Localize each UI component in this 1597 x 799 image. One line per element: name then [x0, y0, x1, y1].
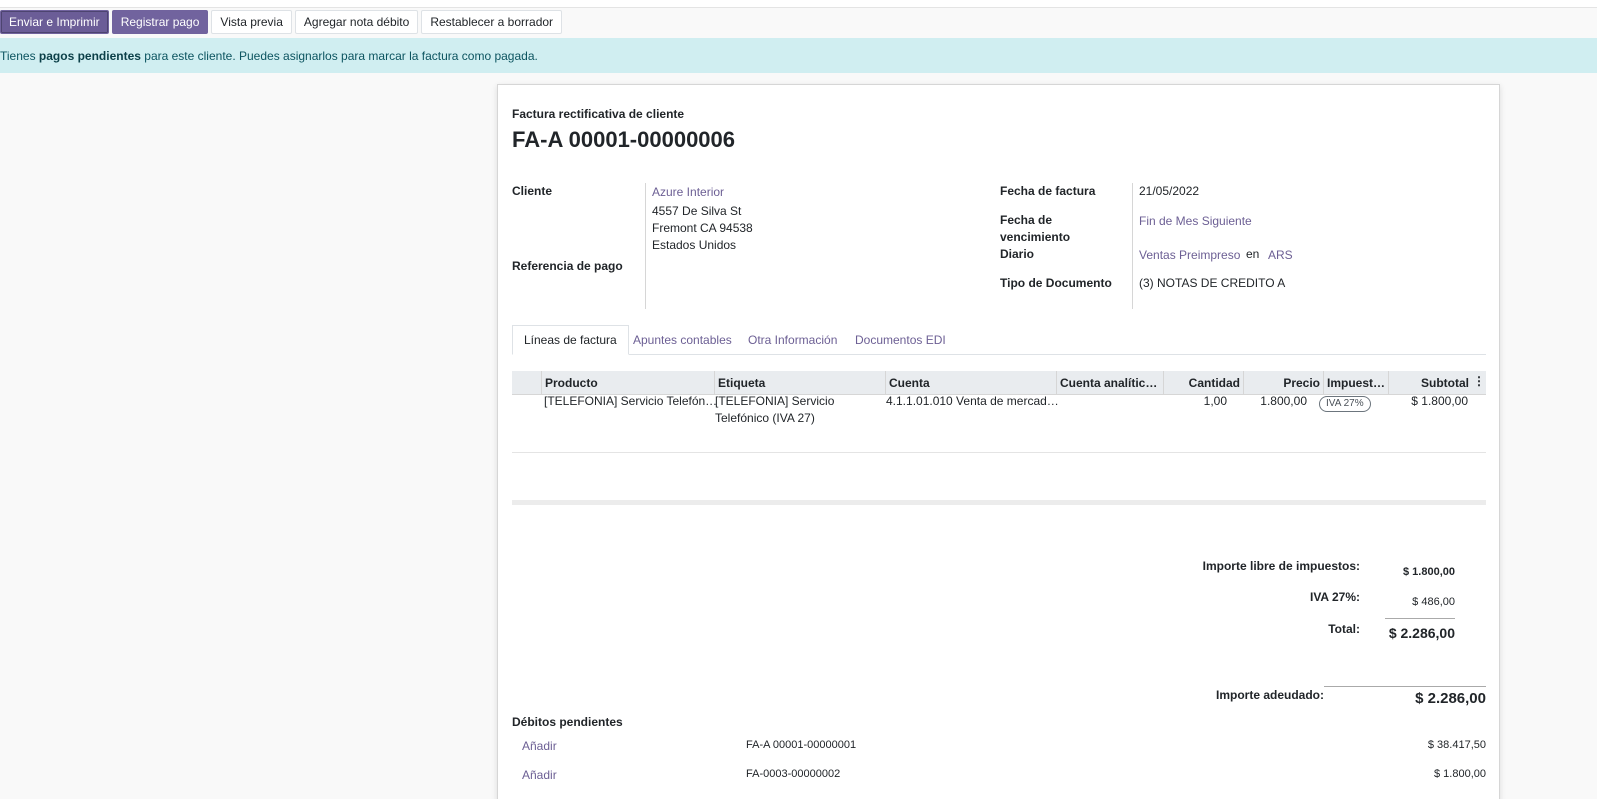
due-date-label-line1: Fecha de: [1000, 213, 1053, 227]
amount-due-value: $ 2.286,00: [1415, 690, 1486, 707]
send-print-button[interactable]: Enviar e Imprimir: [0, 10, 109, 34]
add-pending-debit-link[interactable]: Añadir: [522, 739, 557, 753]
column-header-taxes[interactable]: Impuest…: [1323, 371, 1388, 395]
optional-columns-icon[interactable]: ⋮: [1472, 374, 1486, 392]
customer-label: Cliente: [512, 184, 553, 198]
payment-reference-label: Referencia de pago: [512, 259, 623, 273]
customer-address-line2: Fremont CA 94538: [652, 221, 753, 235]
column-header-analytic-account[interactable]: Cuenta analític…: [1056, 371, 1163, 395]
row-account[interactable]: 4.1.1.01.010 Venta de mercad…: [886, 394, 1059, 408]
outstanding-payments-alert: Tienes pagos pendientes para este client…: [0, 38, 1597, 73]
invoice-lines-table-header: Producto Etiqueta Cuenta Cuenta analític…: [512, 371, 1486, 395]
column-header-label[interactable]: Etiqueta: [714, 371, 885, 395]
amount-due-divider: [1324, 686, 1486, 687]
tax-amount-label: IVA 27%:: [1309, 590, 1360, 604]
row-tax[interactable]: IVA 27%: [1319, 395, 1371, 412]
field-separator: [645, 183, 646, 309]
invoice-tabs: Líneas de factura Apuntes contables Otra…: [512, 325, 1486, 355]
tax-badge: IVA 27%: [1319, 396, 1371, 412]
column-header-subtotal[interactable]: Subtotal: [1388, 371, 1472, 395]
currency-link[interactable]: ARS: [1268, 248, 1293, 262]
invoice-date-value[interactable]: 21/05/2022: [1139, 184, 1199, 198]
reset-draft-button[interactable]: Restablecer a borrador: [421, 10, 563, 34]
column-header-product[interactable]: Producto: [541, 371, 714, 395]
register-payment-button[interactable]: Registrar pago: [111, 10, 209, 34]
alert-bold: pagos pendientes: [38, 48, 141, 63]
add-debit-note-button[interactable]: Agregar nota débito: [294, 10, 419, 34]
column-header-account[interactable]: Cuenta: [885, 371, 1056, 395]
tab-edi-documents[interactable]: Documentos EDI: [844, 325, 957, 355]
tax-amount-value: $ 486,00: [1412, 596, 1455, 608]
row-label-line1[interactable]: [TELEFONIA] Servicio: [715, 394, 834, 408]
column-header-quantity[interactable]: Cantidad: [1163, 371, 1243, 395]
alert-prefix: Tienes: [0, 48, 39, 63]
due-date-label-line2: vencimiento: [1000, 230, 1071, 244]
pending-debit-amount: $ 1.800,00: [1434, 768, 1486, 780]
row-label-line2[interactable]: Telefónico (IVA 27): [715, 411, 815, 425]
document-type-value[interactable]: (3) NOTAS DE CREDITO A: [1139, 276, 1285, 290]
row-quantity[interactable]: 1,00: [1161, 394, 1227, 408]
column-header-price[interactable]: Precio: [1243, 371, 1323, 395]
untaxed-amount-value: $ 1.800,00: [1403, 566, 1455, 578]
total-label: Total:: [1328, 622, 1360, 636]
totals-divider: [1385, 618, 1455, 619]
alert-suffix: para este cliente. Puedes asignarlos par…: [140, 48, 538, 63]
journal-label: Diario: [1000, 247, 1035, 261]
customer-link[interactable]: Azure Interior: [652, 185, 724, 199]
amount-due-label: Importe adeudado:: [1215, 688, 1324, 702]
invoice-subtitle: Factura rectificativa de cliente: [512, 107, 685, 121]
row-product[interactable]: [TELEFONIA] Servicio Telefón…: [544, 394, 717, 408]
invoice-date-label: Fecha de factura: [1000, 184, 1096, 198]
table-footer: [512, 500, 1486, 505]
pending-debit-amount: $ 38.417,50: [1427, 739, 1486, 751]
customer-address-line1: 4557 De Silva St: [652, 204, 742, 218]
untaxed-amount-label: Importe libre de impuestos:: [1202, 559, 1360, 573]
invoice-sheet: Factura rectificativa de cliente FA-A 00…: [497, 84, 1500, 799]
invoice-number: FA-A 00001-00000006: [512, 127, 736, 152]
customer-address-line3: Estados Unidos: [652, 238, 737, 252]
tab-other-info[interactable]: Otra Información: [737, 325, 848, 355]
row-subtotal[interactable]: $ 1.800,00: [1378, 394, 1468, 408]
pending-debits-title: Débitos pendientes: [512, 715, 623, 729]
tab-invoice-lines[interactable]: Líneas de factura: [512, 325, 629, 355]
journal-in-text: en: [1246, 247, 1260, 261]
payment-reference-field[interactable]: [652, 257, 952, 275]
document-type-label: Tipo de Documento: [1000, 276, 1112, 290]
payment-terms-link[interactable]: Fin de Mes Siguiente: [1139, 214, 1252, 228]
preview-button[interactable]: Vista previa: [211, 10, 292, 34]
row-price[interactable]: 1.800,00: [1241, 394, 1307, 408]
pending-debit-ref: FA-0003-00000002: [746, 768, 841, 780]
tab-journal-items[interactable]: Apuntes contables: [622, 325, 743, 355]
field-separator: [1132, 183, 1133, 309]
pending-debit-ref: FA-A 00001-00000001: [746, 739, 857, 751]
action-toolbar: Enviar e Imprimir Registrar pago Vista p…: [0, 10, 563, 36]
journal-link[interactable]: Ventas Preimpreso: [1139, 248, 1240, 262]
total-value: $ 2.286,00: [1388, 625, 1455, 641]
add-pending-debit-link[interactable]: Añadir: [522, 768, 557, 782]
row-divider: [512, 452, 1486, 453]
top-navbar-edge: [0, 0, 1597, 8]
